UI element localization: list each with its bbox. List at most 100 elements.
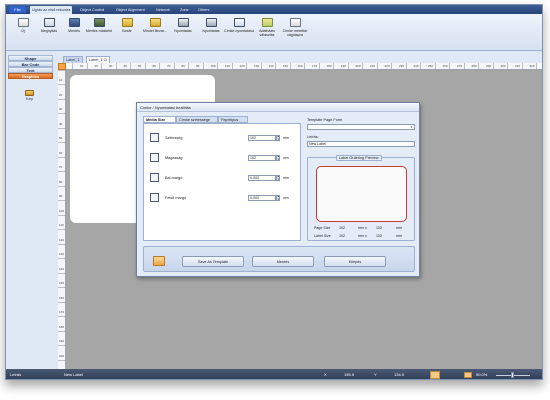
ruler-number: 120 — [239, 64, 245, 68]
ruler-number: 10 — [80, 64, 84, 68]
copy-label-size-button[interactable]: Címke mérettár vágólapra — [280, 18, 310, 50]
vertical-ruler-number: 80 — [59, 179, 63, 184]
close-all-icon — [149, 18, 161, 27]
left-margin-spinner[interactable]: ▲ ▼ — [276, 175, 280, 181]
tab-network[interactable]: Network — [154, 6, 172, 14]
doc-tab-label-1-ci[interactable]: Label_1 Cí — [86, 56, 111, 63]
save-as-label: Mentés másként — [85, 29, 113, 33]
vertical-ruler-number: 20 — [59, 92, 63, 97]
zoom-level: 50.0% — [476, 372, 488, 377]
label-print-settings-dialog: Címke / Nyomtatási beállítás Média Size … — [136, 102, 420, 277]
save-as-button[interactable]: Mentés másként — [84, 18, 114, 50]
ruler-number: 130 — [254, 64, 260, 68]
tab-label-width[interactable]: Címke szélessége — [176, 116, 218, 123]
tab-object-control[interactable]: Object Control — [78, 6, 106, 14]
height-input[interactable]: 102 — [248, 155, 276, 161]
chevron-down-icon: ▾ — [410, 125, 413, 129]
top-margin-icon — [150, 193, 159, 202]
ruler-number: 90 — [196, 64, 200, 68]
image-tool[interactable]: Kép — [25, 90, 34, 101]
close-folder-icon — [121, 18, 133, 27]
height-icon — [150, 153, 159, 162]
exit-button[interactable]: Kilépés — [324, 256, 386, 267]
horizontal-ruler: 10 20 30 40 50 60 70 80 90 100 110 120 130 140 150 160 1… — [58, 63, 542, 70]
vertical-ruler-number: 130 — [59, 252, 65, 256]
ruler-number: 50 — [138, 64, 142, 68]
ruler-number: 230 — [399, 64, 405, 68]
ruler-number: 20 — [94, 64, 98, 68]
ruler-number: 190 — [341, 64, 347, 68]
vertical-ruler-number: 10 — [59, 78, 63, 82]
save-as-icon — [93, 18, 105, 27]
tab-object-alignment[interactable]: Object Alignment — [114, 6, 147, 14]
ruler-number: 250 — [428, 64, 434, 68]
label-print-icon — [233, 18, 245, 27]
vertical-ruler-number: 160 — [59, 295, 65, 300]
width-spinner[interactable]: ▲ ▼ — [276, 135, 280, 141]
ruler-number: 170 — [312, 64, 318, 68]
panel-item-graphics[interactable]: Graphics — [8, 73, 53, 79]
tab-first-record[interactable]: Ugrás az első rekordra — [30, 6, 73, 14]
label-size-x: mm x — [358, 234, 367, 238]
ruler-number: 140 — [268, 64, 274, 68]
close-all-button[interactable]: Mindet Bezár... — [140, 18, 170, 50]
label-print-button[interactable]: Címke nyomtatása — [224, 18, 254, 50]
tab-media-size[interactable]: Média Size — [143, 116, 176, 123]
ribbon-tab-bar: File Ugrás az első rekordra Object Contr… — [6, 5, 542, 14]
ruler-number: 30 — [109, 64, 113, 68]
media-size-panel: Szélesség 102 ▲ ▼ mm Magasság 102 ▲ ▼ mm B… — [143, 123, 301, 241]
close-label: Bezár — [122, 29, 132, 33]
database-select-label: Adatbázis választás — [259, 29, 275, 37]
file-tab[interactable]: File — [9, 6, 26, 13]
tab-zone[interactable]: Zone — [178, 6, 191, 14]
doc-tab-label-1[interactable]: Label_1 — [63, 56, 83, 63]
ruler-number: 110 — [225, 64, 230, 68]
database-select-button[interactable]: Adatbázis választás — [252, 18, 282, 50]
vertical-ruler-number: 50 — [59, 136, 63, 140]
ruler-number: 220 — [384, 64, 390, 68]
top-margin-spinner[interactable]: ▲ ▼ — [276, 195, 280, 201]
print-icon — [205, 18, 217, 27]
dialog-save-button[interactable]: Mentés — [252, 256, 314, 267]
tab-paper-type[interactable]: Papírtípus — [218, 116, 248, 123]
status-x-label: X — [324, 372, 327, 377]
width-icon — [150, 133, 159, 142]
top-margin-unit: mm — [283, 196, 289, 200]
description-input[interactable]: New Label — [307, 141, 415, 147]
page-size-width: 102 — [339, 226, 345, 230]
status-x-value: 155.5 — [344, 372, 355, 377]
left-margin-input[interactable]: 0.000 — [248, 175, 276, 181]
label-ordering-preview-group: Label Ordering Preview Page Size 102 mm … — [307, 155, 415, 241]
ruler-number: 200 — [355, 64, 361, 68]
save-as-template-button[interactable]: Save As Template — [182, 256, 244, 267]
template-page-form-select[interactable]: ▾ — [307, 124, 415, 130]
height-unit: mm — [283, 156, 289, 160]
print-button[interactable]: Nyomtatás — [168, 18, 198, 50]
print-button-2[interactable]: Nyomtatás — [196, 18, 226, 50]
ruler-number: 160 — [297, 64, 303, 68]
options-button[interactable]: ···· — [153, 256, 165, 266]
width-unit: mm — [283, 136, 289, 140]
line-color-swatch[interactable] — [464, 372, 472, 378]
print-label-2: Nyomtatás — [202, 29, 220, 33]
zoom-slider-thumb[interactable] — [511, 372, 514, 378]
vertical-ruler-number: 200 — [59, 353, 65, 358]
vertical-ruler-number: 170 — [59, 310, 65, 314]
ruler-number: 300 — [500, 64, 506, 68]
label-size-unit: mm — [396, 234, 402, 238]
save-icon — [68, 18, 80, 27]
label-size-width: 102 — [339, 234, 345, 238]
object-panel: Shape Bar Code Text Graphics Kép — [7, 55, 54, 367]
status-y-label: Y — [374, 372, 377, 377]
fill-color-swatch[interactable] — [430, 371, 440, 379]
width-input[interactable]: 102 — [248, 135, 276, 141]
ribbon: Új Megnyitás Mentés Mentés másként Bezár… — [6, 14, 542, 51]
top-margin-input[interactable]: 0.000 — [248, 195, 276, 201]
close-button[interactable]: Bezár — [112, 18, 142, 50]
ruler-number: 210 — [370, 64, 376, 68]
height-spinner[interactable]: ▲ ▼ — [276, 155, 280, 161]
tab-others[interactable]: Others — [196, 6, 211, 14]
vertical-ruler-number: 140 — [59, 266, 65, 271]
left-margin-unit: mm — [283, 176, 289, 180]
document-tab-bar: Label_1 Label_1 Cí — [58, 55, 542, 63]
